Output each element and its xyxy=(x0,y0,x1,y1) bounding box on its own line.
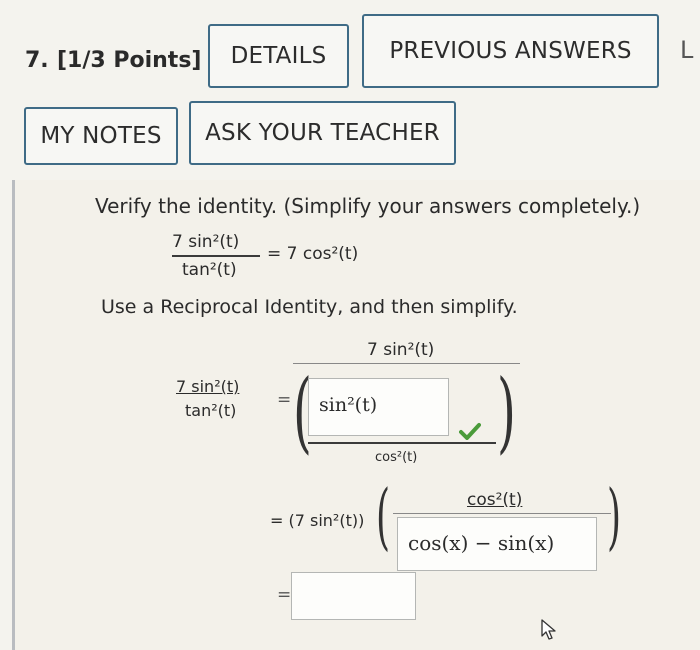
ask-your-teacher-button[interactable]: ASK YOUR TEACHER xyxy=(189,101,456,165)
identity-rhs: = 7 cos²(t) xyxy=(267,244,359,264)
identity-fraction-bar xyxy=(172,255,260,257)
identity-numerator: 7 sin²(t) xyxy=(172,232,240,252)
big-fraction-numerator: 7 sin²(t) xyxy=(367,340,435,360)
answer2-input[interactable]: cos(x) − sin(x) xyxy=(397,517,597,571)
lhs-numerator: 7 sin²(t) xyxy=(176,377,240,396)
equals-sign-3: = xyxy=(277,585,292,605)
answer1-value: sin²(t) xyxy=(319,394,378,416)
answer3-input[interactable] xyxy=(291,572,416,620)
instruction-text: Verify the identity. (Simplify your answ… xyxy=(95,194,641,218)
previous-answers-button-label: PREVIOUS ANSWERS xyxy=(389,38,632,64)
identity-denominator: tan²(t) xyxy=(182,260,237,280)
checkmark-icon xyxy=(459,423,481,440)
step2-fraction-bar xyxy=(393,513,611,514)
inner-fraction-bar xyxy=(308,442,496,444)
answer1-input[interactable]: sin²(t) xyxy=(308,378,449,436)
previous-answers-button[interactable]: PREVIOUS ANSWERS xyxy=(362,14,659,88)
points-label: [1/3 Points] xyxy=(57,48,202,73)
my-notes-button-label: MY NOTES xyxy=(40,123,162,149)
step2-lhs: = (7 sin²(t)) xyxy=(270,511,365,530)
details-button[interactable]: DETAILS xyxy=(208,24,349,88)
big-fraction-bar xyxy=(293,363,520,364)
right-paren-1: ) xyxy=(497,360,516,463)
details-button-label: DETAILS xyxy=(230,43,327,69)
cut-off-label: L xyxy=(680,36,694,64)
left-paren-2: ( xyxy=(376,474,391,558)
step-instruction: Use a Reciprocal Identity, and then simp… xyxy=(101,296,518,318)
problem-panel: Verify the identity. (Simplify your answ… xyxy=(12,180,700,650)
lhs-denominator: tan²(t) xyxy=(185,401,237,420)
answer2-value: cos(x) − sin(x) xyxy=(408,531,555,555)
mouse-cursor-icon xyxy=(541,619,556,640)
right-paren-2: ) xyxy=(607,474,622,558)
step2-numerator: cos²(t) xyxy=(467,490,523,510)
ask-your-teacher-button-label: ASK YOUR TEACHER xyxy=(205,120,440,146)
question-number: 7. xyxy=(25,48,49,73)
my-notes-button[interactable]: MY NOTES xyxy=(24,107,178,165)
inner-denominator: cos²(t) xyxy=(375,450,418,465)
equals-sign-1: = xyxy=(277,390,292,410)
